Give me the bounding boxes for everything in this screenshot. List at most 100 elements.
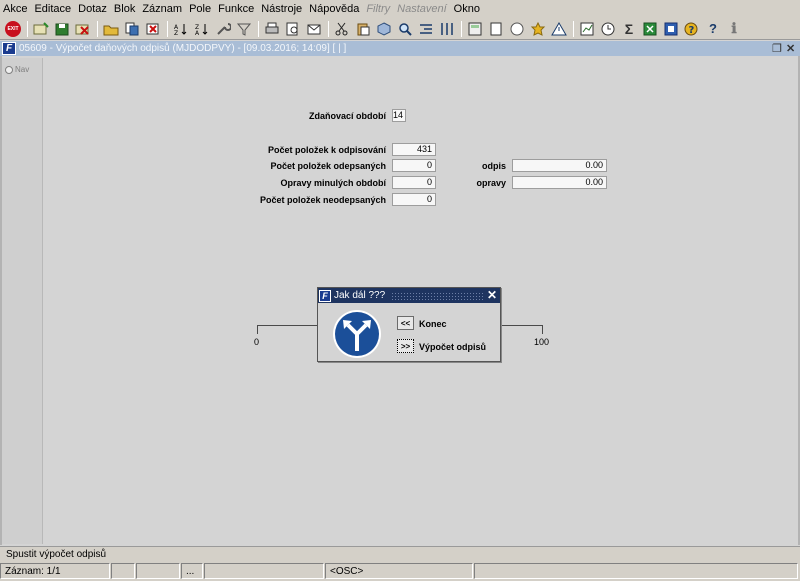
status-bar: Spustit výpočet odpisů [0, 546, 800, 562]
excel-icon[interactable] [641, 20, 659, 38]
menu-filtry[interactable]: Filtry [366, 3, 390, 15]
progress-max-label: 100 [534, 337, 550, 347]
title-grip [391, 292, 485, 300]
folder-open-icon[interactable] [102, 20, 120, 38]
record-cell-3 [136, 563, 180, 579]
nav-toggle[interactable]: Nav [5, 65, 29, 74]
menu-nastroje[interactable]: Nástroje [261, 3, 302, 15]
print-preview-icon[interactable] [284, 20, 302, 38]
mode-indicator: <OSC> [325, 563, 473, 579]
app-logo-icon: F [2, 42, 16, 55]
window-title: 05609 - Výpočet daňových odpisů (MJDODPV… [19, 43, 347, 54]
about-icon[interactable]: ? [704, 20, 722, 38]
progress-min-label: 0 [254, 337, 260, 347]
menu-pole[interactable]: Pole [189, 3, 211, 15]
menu-akce[interactable]: Akce [3, 3, 27, 15]
count-not-depreciated-label: Počet položek neodepsaných [259, 195, 386, 205]
wrench-icon[interactable] [214, 20, 232, 38]
record-cell-7 [474, 563, 798, 579]
calculate-depreciation-button[interactable]: >> [397, 339, 414, 353]
progress-tick-min [257, 325, 258, 334]
help-icon[interactable]: ? [683, 20, 701, 38]
cube-icon[interactable] [375, 20, 393, 38]
opravy-field[interactable]: 0.00 [512, 176, 607, 189]
toolbar-separator [328, 20, 329, 37]
menu-okno[interactable]: Okno [454, 3, 480, 15]
exit-button[interactable]: EXIT [4, 20, 22, 38]
toolbar-separator [258, 20, 259, 37]
mail-icon[interactable] [305, 20, 323, 38]
exit-icon: EXIT [5, 20, 21, 37]
insert-record-icon[interactable] [32, 20, 50, 38]
progress-tick-max [542, 325, 543, 334]
toolbar-separator [573, 20, 574, 37]
menu-zaznam[interactable]: Záznam [142, 3, 182, 15]
toolbar-separator [27, 20, 28, 37]
toolbar-separator [167, 20, 168, 37]
nav-radio-icon [5, 65, 13, 74]
menu-funkce[interactable]: Funkce [218, 3, 254, 15]
svg-text:A: A [195, 30, 200, 36]
clock-icon[interactable] [599, 20, 617, 38]
nav-label: Nav [15, 65, 30, 74]
columns-icon[interactable] [438, 20, 456, 38]
period-label: Zdaňovací období [308, 111, 386, 121]
record-cell-5 [204, 563, 324, 579]
nav-panel: Nav [2, 58, 43, 544]
menu-dotaz[interactable]: Dotaz [78, 3, 107, 15]
calculator-icon[interactable] [466, 20, 484, 38]
record-bar: Záznam: 1/1 ... <OSC> [0, 562, 800, 581]
report-icon[interactable] [578, 20, 596, 38]
count-depreciated-label: Počet položek odepsaných [270, 161, 386, 171]
record-cell-2 [111, 563, 135, 579]
past-corrections-label: Opravy minulých období [280, 178, 386, 188]
count-to-depreciate-field[interactable]: 431 [392, 143, 436, 156]
sort-asc-icon[interactable]: AZ [172, 20, 190, 38]
document-icon[interactable] [487, 20, 505, 38]
record-count: Záznam: 1/1 [0, 563, 110, 579]
dialog-title-bar[interactable]: F Jak dál ??? ✕ [318, 288, 500, 303]
star-icon[interactable] [529, 20, 547, 38]
dialog-logo-icon: F [319, 289, 331, 302]
info-icon[interactable]: ℹ [725, 20, 743, 38]
odpis-label: odpis [482, 161, 506, 171]
menu-nastaveni[interactable]: Nastavení [397, 3, 447, 15]
toolbar-separator [461, 20, 462, 37]
paste-icon[interactable] [354, 20, 372, 38]
menu-editace[interactable]: Editace [34, 3, 71, 15]
konec-button[interactable]: << [397, 316, 414, 330]
restore-icon[interactable]: ❐ [772, 42, 782, 55]
calculate-depreciation-label: Výpočet odpisů [419, 342, 487, 352]
scissors-icon[interactable] [333, 20, 351, 38]
copy-icon[interactable] [123, 20, 141, 38]
toolbar-separator [97, 20, 98, 37]
opravy-label: opravy [476, 178, 506, 188]
dialog-close-icon[interactable]: ✕ [487, 288, 497, 302]
warning-icon[interactable] [550, 20, 568, 38]
print-icon[interactable] [263, 20, 281, 38]
word-icon[interactable] [662, 20, 680, 38]
delete-record-icon[interactable] [74, 20, 92, 38]
sigma-icon[interactable]: Σ [620, 20, 638, 38]
save-icon[interactable] [53, 20, 71, 38]
window-title-bar: F 05609 - Výpočet daňových odpisů (MJDOD… [0, 41, 800, 56]
list-indent-icon[interactable] [417, 20, 435, 38]
find-icon[interactable] [396, 20, 414, 38]
odpis-field[interactable]: 0.00 [512, 159, 607, 172]
record-ellipsis: ... [181, 563, 203, 579]
period-field[interactable]: 14 [392, 109, 406, 122]
menu-napoveda[interactable]: Nápověda [309, 3, 359, 15]
konec-label: Konec [419, 319, 447, 329]
past-corrections-field[interactable]: 0 [392, 176, 436, 189]
menu-blok[interactable]: Blok [114, 3, 135, 15]
clear-icon[interactable] [144, 20, 162, 38]
toolbar: EXIT AZ ZA Σ ? ? ℹ [0, 18, 800, 40]
count-depreciated-field[interactable]: 0 [392, 159, 436, 172]
globe-icon[interactable] [508, 20, 526, 38]
filter-icon[interactable] [235, 20, 253, 38]
fork-road-sign-icon [333, 310, 381, 358]
close-window-icon[interactable]: ✕ [786, 42, 795, 55]
choice-dialog: F Jak dál ??? ✕ << Konec >> Výpočet odpi… [317, 287, 501, 362]
count-not-depreciated-field[interactable]: 0 [392, 193, 436, 206]
sort-desc-icon[interactable]: ZA [193, 20, 211, 38]
